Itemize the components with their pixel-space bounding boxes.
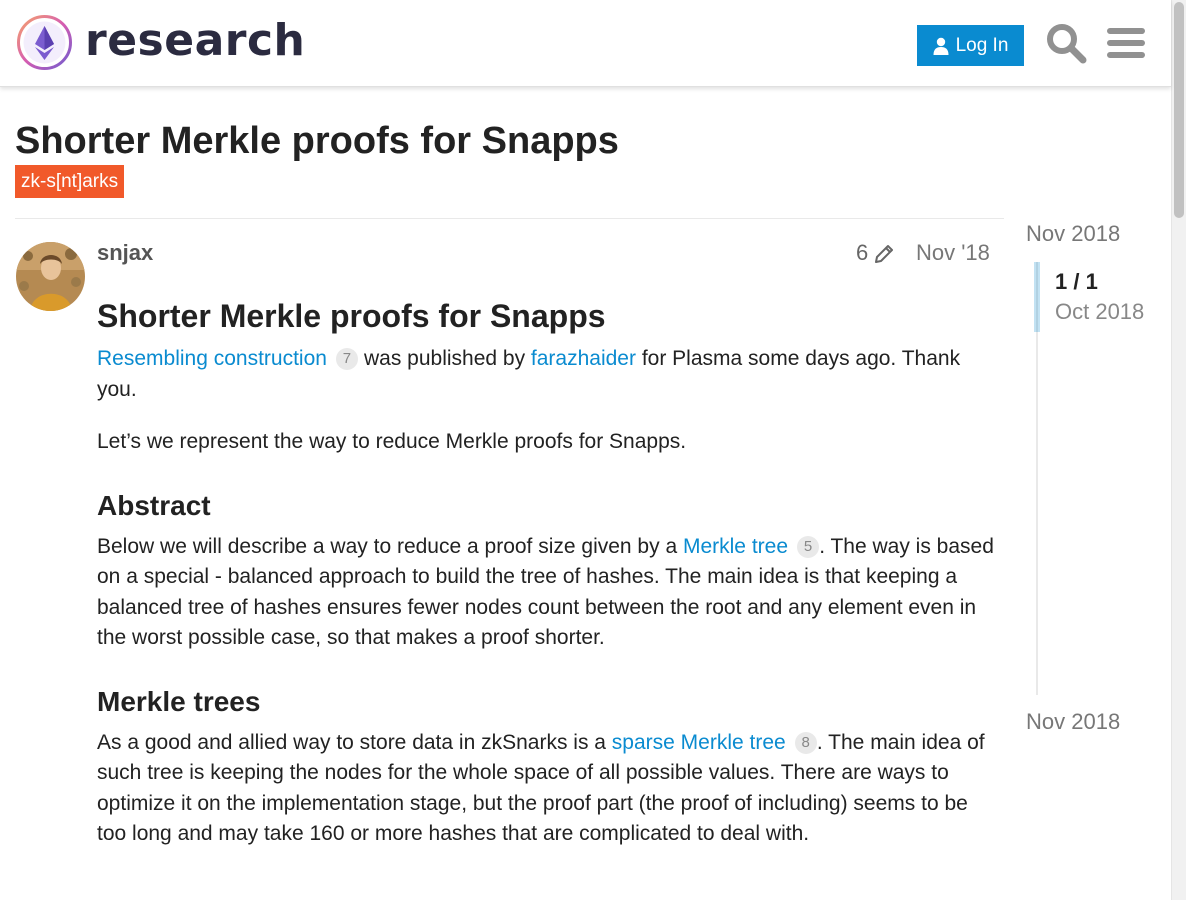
link-click-count: 7: [335, 348, 359, 370]
logo-text: research: [85, 14, 306, 66]
login-button[interactable]: Log In: [917, 25, 1024, 66]
section-heading-merkle-trees: Merkle trees: [97, 685, 261, 717]
search-icon[interactable]: [1045, 22, 1087, 64]
section-heading-abstract: Abstract: [97, 489, 211, 521]
merkle-tree-link[interactable]: Merkle tree: [683, 535, 788, 558]
resembling-construction-link[interactable]: Resembling construction: [97, 347, 327, 370]
edit-count: 6: [856, 240, 869, 265]
login-label: Log In: [955, 34, 1009, 56]
post-paragraph: Resembling construction 7 was published …: [97, 344, 997, 405]
paragraph-text: was published by: [358, 347, 531, 370]
ethereum-research-logo-icon: [17, 15, 72, 70]
site-header: research Log In: [0, 0, 1171, 87]
avatar[interactable]: [16, 242, 85, 311]
paragraph-text: As a good and allied way to store data i…: [97, 730, 612, 754]
timeline-start-date[interactable]: Nov 2018: [1026, 221, 1120, 247]
user-avatar-image: [16, 242, 85, 311]
post-date[interactable]: Nov '18: [916, 240, 990, 266]
timeline-post-counter: 1 / 1: [1055, 269, 1098, 294]
timeline-handle-date: Oct 2018: [1055, 299, 1145, 324]
sparse-merkle-tree-link[interactable]: sparse Merkle tree: [612, 731, 786, 754]
post-username[interactable]: snjax: [97, 240, 153, 266]
timeline-handle[interactable]: [1034, 262, 1040, 332]
menu-icon[interactable]: [1107, 25, 1145, 61]
topic-title[interactable]: Shorter Merkle proofs for Snapps: [15, 120, 619, 163]
category-badge[interactable]: zk-s[nt]arks: [15, 165, 125, 198]
post-heading: Shorter Merkle proofs for Snapps: [97, 298, 606, 334]
scrollbar-thumb[interactable]: [1174, 2, 1184, 218]
post-paragraph: Below we will describe a way to reduce a…: [97, 532, 997, 654]
site-logo[interactable]: research: [16, 14, 305, 71]
timeline-end-date[interactable]: Nov 2018: [1026, 709, 1120, 735]
user-icon: [933, 37, 949, 55]
title-divider: [15, 218, 1004, 219]
post-body: Shorter Merkle proofs for Snapps Resembl…: [97, 296, 997, 872]
user-mention-link[interactable]: farazhaider: [531, 347, 636, 370]
link-click-count: 5: [796, 535, 820, 558]
edit-history-button[interactable]: 6: [856, 240, 896, 266]
pencil-icon: [875, 245, 894, 263]
post-paragraph: As a good and allied way to store data i…: [97, 728, 997, 850]
link-click-count: 8: [794, 731, 817, 754]
post-paragraph: Let’s we represent the way to reduce Mer…: [97, 430, 687, 453]
page-scrollbar[interactable]: [1171, 0, 1186, 900]
paragraph-text: Below we will describe a way to reduce a…: [97, 534, 683, 558]
